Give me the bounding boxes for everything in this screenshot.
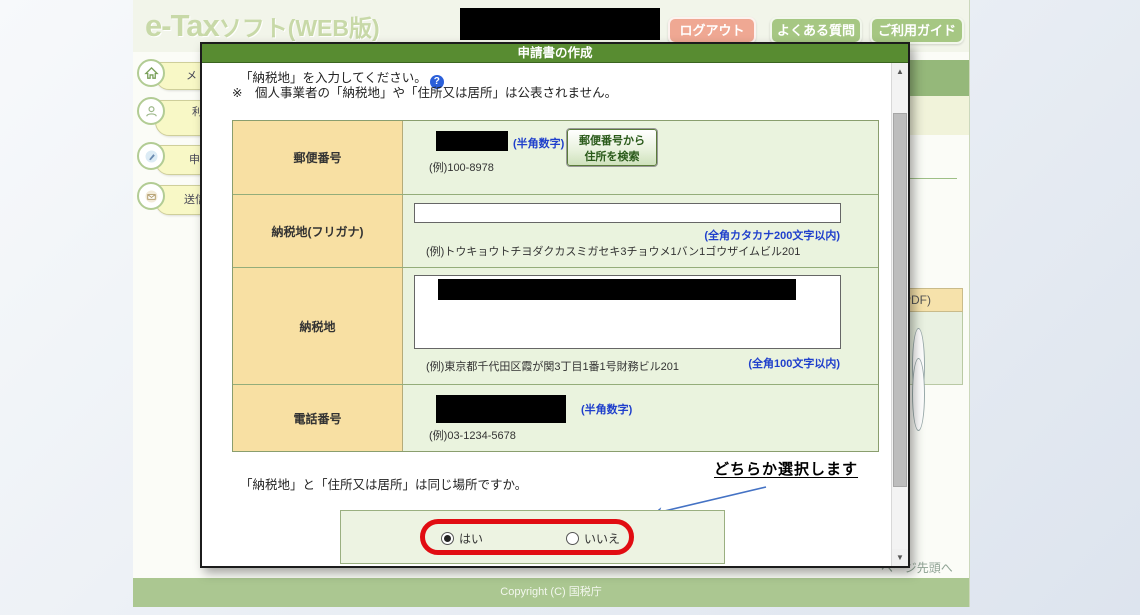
radio-button[interactable]	[912, 358, 925, 431]
etax-logo-sub: ソフト(WEB版)	[219, 15, 380, 41]
applicant-creation-dialog: 申請書の作成 「納税地」を入力してください。? ※ 個人事業者の「納税地」や「住…	[200, 42, 910, 568]
postal-example: (例)100-8978	[429, 159, 494, 175]
pencil-icon	[137, 142, 165, 170]
furigana-format-hint: (全角カタカナ200文字以内)	[704, 227, 840, 243]
radio-yes[interactable]: はい	[441, 530, 483, 547]
phone-label: 電話番号	[233, 385, 403, 451]
phone-example: (例)03-1234-5678	[429, 427, 516, 443]
footer-copyright: Copyright (C) 国税庁	[133, 578, 969, 607]
selection-annotation: どちらか選択します	[714, 458, 858, 479]
faq-button[interactable]: よくある質問	[770, 17, 862, 44]
redacted-tax-address	[438, 279, 796, 300]
guide-button[interactable]: ご利用ガイド	[870, 17, 964, 44]
radio-yes-circle[interactable]	[441, 532, 454, 545]
phone-format-hint: (半角数字)	[581, 401, 632, 417]
user-icon	[137, 97, 165, 125]
tax-address-row: 納税地 (全角100文字以内) (例)東京都千代田区霞が関3丁目1番1号財務ビル…	[233, 268, 878, 385]
logout-button[interactable]: ログアウト	[668, 17, 756, 44]
etax-logo: e-Taxソフト(WEB版)	[145, 8, 380, 44]
etax-logo-main: e-Tax	[145, 8, 219, 43]
tax-address-cell: (全角100文字以内) (例)東京都千代田区霞が関3丁目1番1号財務ビル201	[403, 268, 878, 384]
tax-address-label: 納税地	[233, 268, 403, 384]
radio-no-circle[interactable]	[566, 532, 579, 545]
phone-cell: (半角数字) (例)03-1234-5678	[403, 385, 878, 451]
same-place-question: 「納税地」と「住所又は居所」は同じ場所ですか。	[240, 474, 527, 493]
scroll-up-arrow-icon[interactable]: ▲	[892, 63, 908, 80]
postal-code-cell: (半角数字) 郵便番号から住所を検索 (例)100-8978	[403, 121, 878, 194]
address-example: (例)東京都千代田区霞が関3丁目1番1号財務ビル201	[426, 358, 679, 374]
phone-row: 電話番号 (半角数字) (例)03-1234-5678	[233, 385, 878, 451]
redacted-username	[460, 8, 660, 40]
postal-code-row: 郵便番号 (半角数字) 郵便番号から住所を検索 (例)100-8978	[233, 121, 878, 195]
address-format-hint: (全角100文字以内)	[748, 355, 840, 371]
radio-no[interactable]: いいえ	[566, 530, 620, 547]
home-icon	[137, 59, 165, 87]
etax-page: e-Taxソフト(WEB版) ログアウト よくある質問 ご利用ガイド メ 利用者…	[0, 0, 1140, 615]
mail-icon	[137, 182, 165, 210]
furigana-row: 納税地(フリガナ) (全角カタカナ200文字以内) (例)トウキョウトチヨダクカ…	[233, 195, 878, 268]
redacted-phone-number	[436, 395, 566, 423]
modal-scrollbar[interactable]: ▲ ▼	[891, 63, 908, 566]
furigana-label: 納税地(フリガナ)	[233, 195, 403, 267]
dialog-title: 申請書の作成	[202, 44, 908, 63]
tax-address-form-table: 郵便番号 (半角数字) 郵便番号から住所を検索 (例)100-8978 納税地(…	[232, 120, 879, 452]
postal-code-label: 郵便番号	[233, 121, 403, 194]
zip-to-address-search-button[interactable]: 郵便番号から住所を検索	[567, 129, 657, 166]
furigana-cell: (全角カタカナ200文字以内) (例)トウキョウトチヨダクカスミガセキ3チョウメ…	[403, 195, 878, 267]
postal-format-hint: (半角数字)	[513, 135, 564, 151]
scroll-down-arrow-icon[interactable]: ▼	[892, 549, 908, 566]
furigana-example: (例)トウキョウトチヨダクカスミガセキ3チョウメ1バン1ゴウザイムビル201	[426, 243, 800, 259]
intro-note: ※ 個人事業者の「納税地」や「住所又は居所」は公表されません。	[232, 82, 617, 101]
scrollbar-thumb[interactable]	[893, 113, 907, 487]
radio-yes-label: はい	[459, 530, 483, 547]
furigana-input[interactable]	[414, 203, 841, 223]
redacted-postal-code	[436, 131, 508, 151]
radio-no-label: いいえ	[584, 530, 620, 547]
